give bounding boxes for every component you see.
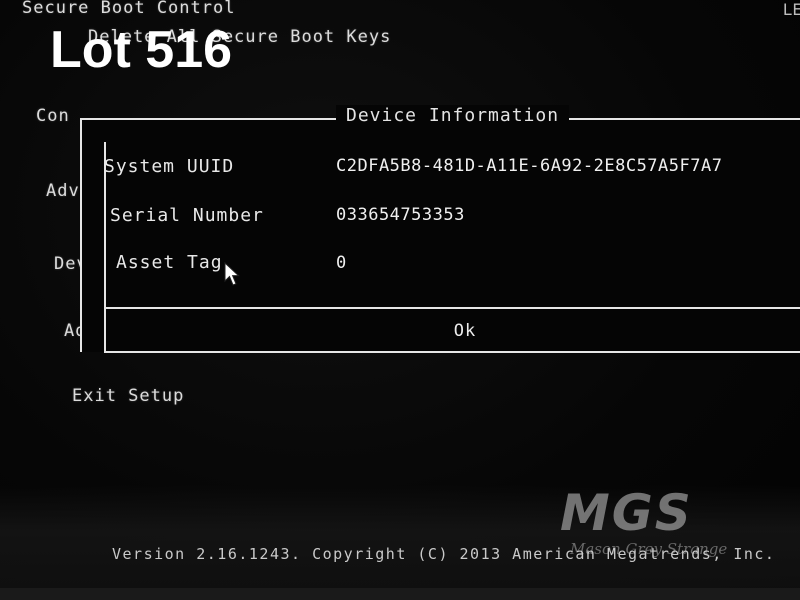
- menu-item-config[interactable]: Con: [36, 106, 70, 126]
- serial-number-label: Serial Number: [110, 205, 264, 226]
- lot-label: Lot 516: [50, 21, 233, 79]
- exit-setup-item[interactable]: Exit Setup: [72, 386, 184, 406]
- mouse-pointer-icon: [224, 262, 240, 286]
- version-copyright-footer: Version 2.16.1243. Copyright (C) 2013 Am…: [112, 545, 776, 563]
- system-uuid-label: System UUID: [104, 156, 235, 177]
- monitor-bezel: [0, 588, 800, 600]
- bios-screen: Secure Boot Control Delete All Secure Bo…: [0, 0, 800, 600]
- ok-button[interactable]: Ok: [420, 316, 510, 344]
- system-uuid-value: C2DFA5B8-481D-A11E-6A92-2E8C57A5F7A7: [336, 156, 723, 176]
- asset-tag-value: 0: [336, 253, 347, 273]
- watermark-logo-letters: MGS: [560, 484, 693, 542]
- secure-boot-control-title: Secure Boot Control: [22, 0, 236, 18]
- dialog-divider: [104, 307, 800, 309]
- serial-number-value: 033654753353: [336, 205, 465, 225]
- corner-text: LE: [782, 0, 800, 19]
- asset-tag-label: Asset Tag: [116, 252, 223, 273]
- dialog-title: Device Information: [336, 105, 570, 126]
- menu-item-advanced[interactable]: Adv: [46, 181, 80, 201]
